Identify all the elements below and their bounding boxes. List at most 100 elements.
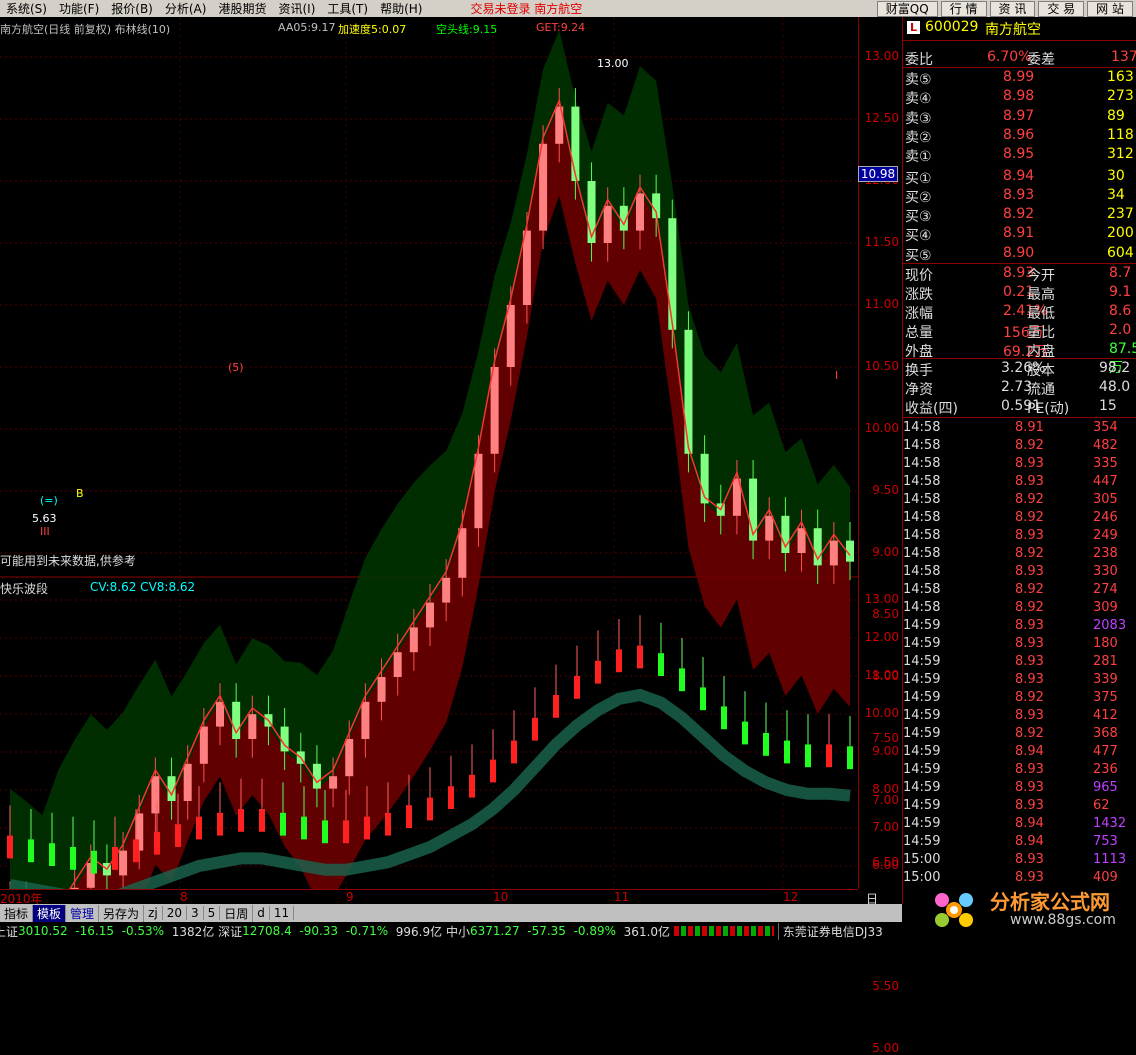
zx-change: -57.35 xyxy=(527,924,566,938)
price-tick: 13.00 xyxy=(864,49,899,63)
divider xyxy=(903,263,1136,264)
tick-row[interactable]: 14:58 8.92 482 xyxy=(903,438,1135,456)
level-volume: 89 xyxy=(1107,107,1125,124)
tick-price: 8.94 xyxy=(1015,816,1044,831)
level-volume: 118 xyxy=(1107,126,1134,143)
chart-canvas[interactable] xyxy=(0,17,858,1055)
tab-manage[interactable]: 管理 xyxy=(66,904,100,922)
ask-row[interactable]: 卖② 8.96 118 xyxy=(903,127,1136,146)
tick-row[interactable]: 14:58 8.92 309 xyxy=(903,600,1135,618)
tick-row[interactable]: 14:59 8.93 62 xyxy=(903,798,1135,816)
tick-row[interactable]: 14:59 8.92 375 xyxy=(903,690,1135,708)
tick-price: 8.93 xyxy=(1015,852,1044,867)
tick-time: 14:59 xyxy=(903,708,941,723)
zx-label: 中小 xyxy=(445,924,470,939)
tick-volume: 447 xyxy=(1093,474,1118,489)
level-price: 8.99 xyxy=(1003,69,1035,85)
tick-row[interactable]: 14:58 8.93 249 xyxy=(903,528,1135,546)
site-logo: 分析家公式网 www.88gs.com xyxy=(920,884,1136,940)
sh-change: -16.15 xyxy=(75,924,114,938)
tab-zj[interactable]: zj xyxy=(144,906,163,920)
tick-row[interactable]: 14:59 8.94 753 xyxy=(903,834,1135,852)
tick-row[interactable]: 14:58 8.92 274 xyxy=(903,582,1135,600)
price-tick: 5.50 xyxy=(872,979,899,993)
tick-row[interactable]: 14:59 8.94 1432 xyxy=(903,816,1135,834)
tick-time: 14:58 xyxy=(903,456,941,471)
tick-row[interactable]: 14:59 8.93 339 xyxy=(903,672,1135,690)
tick-row[interactable]: 14:59 8.93 2083 xyxy=(903,618,1135,636)
menu-hk-futures[interactable]: 港股期货 xyxy=(212,0,272,17)
tick-row[interactable]: 14:59 8.93 412 xyxy=(903,708,1135,726)
website-button[interactable]: 网 站 xyxy=(1087,0,1133,17)
sz-index: 12708.4 xyxy=(242,924,292,938)
tick-time: 14:59 xyxy=(903,834,941,849)
menu-help[interactable]: 帮助(H) xyxy=(374,0,428,17)
level-price: 8.92 xyxy=(1003,206,1035,223)
tick-volume: 180 xyxy=(1093,636,1118,651)
chart-area[interactable]: 南方航空(日线 前复权) 布林线(10) AA05:9.17 加速度5:0.07… xyxy=(0,17,858,1055)
menu-info[interactable]: 资讯(I) xyxy=(272,0,321,17)
tick-row[interactable]: 15:00 8.93 1113 xyxy=(903,852,1135,870)
tick-row[interactable]: 14:58 8.91 354 xyxy=(903,420,1135,438)
tick-row[interactable]: 14:58 8.93 447 xyxy=(903,474,1135,492)
tick-time: 14:58 xyxy=(903,492,941,507)
tick-price: 8.93 xyxy=(1015,672,1044,687)
bid-row[interactable]: 买① 8.94 30 xyxy=(903,168,1136,187)
menu-function[interactable]: 功能(F) xyxy=(53,0,105,17)
bid-row[interactable]: 买③ 8.92 237 xyxy=(903,206,1136,225)
level-label: 卖③ xyxy=(905,110,932,127)
tab-d[interactable]: d xyxy=(253,906,270,920)
candle-body xyxy=(684,329,693,454)
menu-system[interactable]: 系统(S) xyxy=(0,0,53,17)
ask-row[interactable]: 卖④ 8.98 273 xyxy=(903,88,1136,107)
price-tick: 10.00 xyxy=(864,421,899,435)
tick-row[interactable]: 14:58 8.92 238 xyxy=(903,546,1135,564)
tab-5[interactable]: 5 xyxy=(204,906,221,920)
bid-row[interactable]: 买④ 8.91 200 xyxy=(903,225,1136,244)
tick-row[interactable]: 14:58 8.92 246 xyxy=(903,510,1135,528)
tab-indicator[interactable]: 指标 xyxy=(0,904,34,922)
bid-row[interactable]: 买⑤ 8.90 604 xyxy=(903,245,1136,264)
tick-row[interactable]: 14:59 8.94 477 xyxy=(903,744,1135,762)
zx-index: 6371.27 xyxy=(469,924,520,938)
wealth-qq-button[interactable]: 财富QQ xyxy=(876,0,938,17)
tick-row[interactable]: 14:58 8.93 335 xyxy=(903,456,1135,474)
menu-tools[interactable]: 工具(T) xyxy=(321,0,374,17)
tick-row[interactable]: 14:59 8.92 368 xyxy=(903,726,1135,744)
stat-row: 收益(四) 0.591 PE(动) 15 xyxy=(903,398,1136,417)
candle-body xyxy=(458,528,467,578)
tick-row[interactable]: 14:58 8.92 305 xyxy=(903,492,1135,510)
ask-row[interactable]: 卖⑤ 8.99 163 xyxy=(903,69,1136,88)
tick-row[interactable]: 14:59 8.93 281 xyxy=(903,654,1135,672)
tick-price: 8.92 xyxy=(1015,438,1044,453)
ask-row[interactable]: 卖① 8.95 312 xyxy=(903,146,1136,165)
tick-time: 14:58 xyxy=(903,528,941,543)
diff-value: 137 xyxy=(1111,49,1136,65)
ask-row[interactable]: 卖③ 8.97 89 xyxy=(903,108,1136,127)
tick-row[interactable]: 14:59 8.93 965 xyxy=(903,780,1135,798)
menu-analysis[interactable]: 分析(A) xyxy=(159,0,213,17)
tab-template[interactable]: 模板 xyxy=(33,904,67,922)
news-button[interactable]: 资 讯 xyxy=(989,0,1036,17)
tick-price: 8.93 xyxy=(1015,780,1044,795)
tab-save-as[interactable]: 另存为 xyxy=(99,904,145,922)
tick-price: 8.93 xyxy=(1015,564,1044,579)
tick-volume: 236 xyxy=(1093,762,1118,777)
tick-volume: 477 xyxy=(1093,744,1118,759)
tick-row[interactable]: 14:59 8.93 180 xyxy=(903,636,1135,654)
wave-label-five: (5) xyxy=(228,361,244,374)
divider xyxy=(903,417,1136,418)
tab-20[interactable]: 20 xyxy=(163,906,187,920)
tab-11[interactable]: 11 xyxy=(270,906,295,920)
tab-day-week[interactable]: 日周 xyxy=(220,904,254,922)
tab-3[interactable]: 3 xyxy=(187,906,204,920)
tick-row[interactable]: 14:58 8.93 330 xyxy=(903,564,1135,582)
market-button[interactable]: 行 情 xyxy=(940,0,987,17)
candle-body xyxy=(442,577,451,603)
tick-volume: 412 xyxy=(1093,708,1118,723)
tick-row[interactable]: 14:59 8.93 236 xyxy=(903,762,1135,780)
trade-button[interactable]: 交 易 xyxy=(1038,0,1085,17)
zx-percent: -0.89% xyxy=(573,924,617,938)
bid-row[interactable]: 买② 8.93 34 xyxy=(903,187,1136,206)
menu-quote[interactable]: 报价(B) xyxy=(105,0,159,17)
